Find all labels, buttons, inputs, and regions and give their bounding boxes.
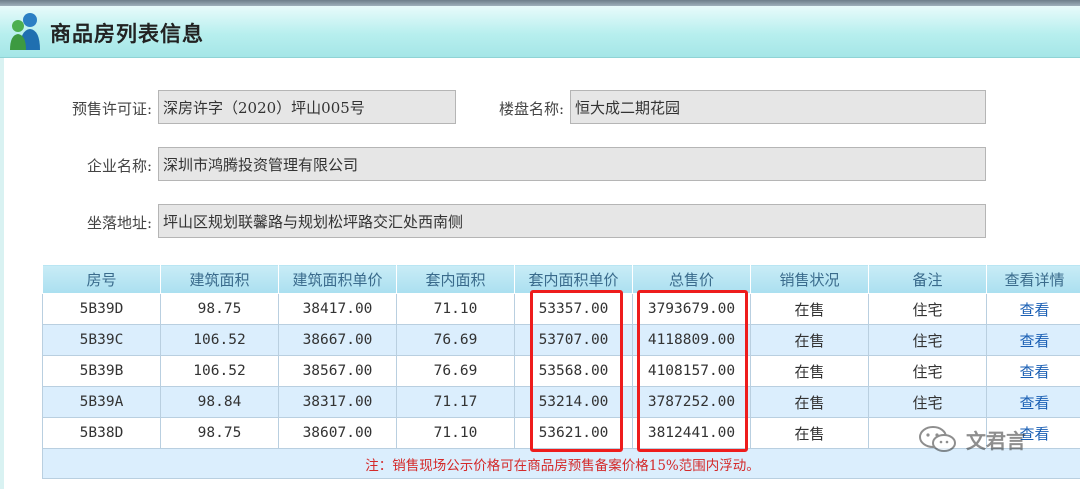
address-field[interactable]: 坪山区规划联馨路与规划松坪路交汇处西南侧 [158,204,986,238]
cell-inner-area: 71.10 [396,417,515,449]
view-link[interactable]: 查看 [1019,301,1049,319]
cell-build-unit-price: 38567.00 [278,355,397,387]
col-room-no: 房号 [42,264,161,294]
cell-details: 查看 [986,293,1080,325]
cell-build-unit-price: 38417.00 [278,293,397,325]
left-rule [0,58,4,489]
permit-label: 预售许可证: [71,100,152,118]
col-inner-area: 套内面积 [396,264,515,294]
cell-inner-area: 71.17 [396,386,515,418]
cell-sale-status: 在售 [750,417,869,449]
col-build-area: 建筑面积 [160,264,279,294]
cell-build-area: 98.75 [160,417,279,449]
project-label: 楼盘名称: [498,100,564,118]
cell-details: 查看 [986,386,1080,418]
cell-build-area: 98.75 [160,293,279,325]
cell-build-unit-price: 38607.00 [278,417,397,449]
cell-room-no: 5B39D [42,293,161,325]
highlight-box-total-price [637,290,748,452]
cell-build-area: 106.52 [160,324,279,356]
cell-remark: 住宅 [868,293,987,325]
cell-sale-status: 在售 [750,386,869,418]
company-field[interactable]: 深圳市鸿腾投资管理有限公司 [158,147,986,181]
col-details: 查看详情 [986,264,1080,294]
cell-remark: 住宅 [868,355,987,387]
cell-remark: 住宅 [868,386,987,418]
cell-room-no: 5B39A [42,386,161,418]
cell-remark: 住宅 [868,324,987,356]
cell-room-no: 5B38D [42,417,161,449]
cell-build-area: 106.52 [160,355,279,387]
cell-sale-status: 在售 [750,355,869,387]
watermark-text: 文君言 [966,428,1026,453]
cell-build-unit-price: 38317.00 [278,386,397,418]
cell-room-no: 5B39C [42,324,161,356]
highlight-box-unit-price [530,290,623,452]
page-header: 商品房列表信息 [0,6,1080,58]
view-link[interactable]: 查看 [1019,332,1049,350]
col-remark: 备注 [868,264,987,294]
wechat-icon [919,426,956,452]
watermark: 文君言 [918,424,1026,454]
col-build-unit-price: 建筑面积单价 [278,264,397,294]
cell-inner-area: 71.10 [396,293,515,325]
address-label: 坐落地址: [86,214,152,232]
cell-build-unit-price: 38667.00 [278,324,397,356]
cell-sale-status: 在售 [750,293,869,325]
cell-build-area: 98.84 [160,386,279,418]
view-link[interactable]: 查看 [1019,394,1049,412]
cell-room-no: 5B39B [42,355,161,387]
col-sale-status: 销售状况 [750,264,869,294]
page-title: 商品房列表信息 [50,22,204,46]
cell-inner-area: 76.69 [396,355,515,387]
users-icon [10,13,40,50]
company-label: 企业名称: [86,157,152,175]
permit-field[interactable]: 深房许字（2020）坪山005号 [158,90,456,124]
cell-sale-status: 在售 [750,324,869,356]
cell-details: 查看 [986,355,1080,387]
cell-details: 查看 [986,324,1080,356]
project-field[interactable]: 恒大成二期花园 [570,90,986,124]
view-link[interactable]: 查看 [1019,363,1049,381]
cell-inner-area: 76.69 [396,324,515,356]
